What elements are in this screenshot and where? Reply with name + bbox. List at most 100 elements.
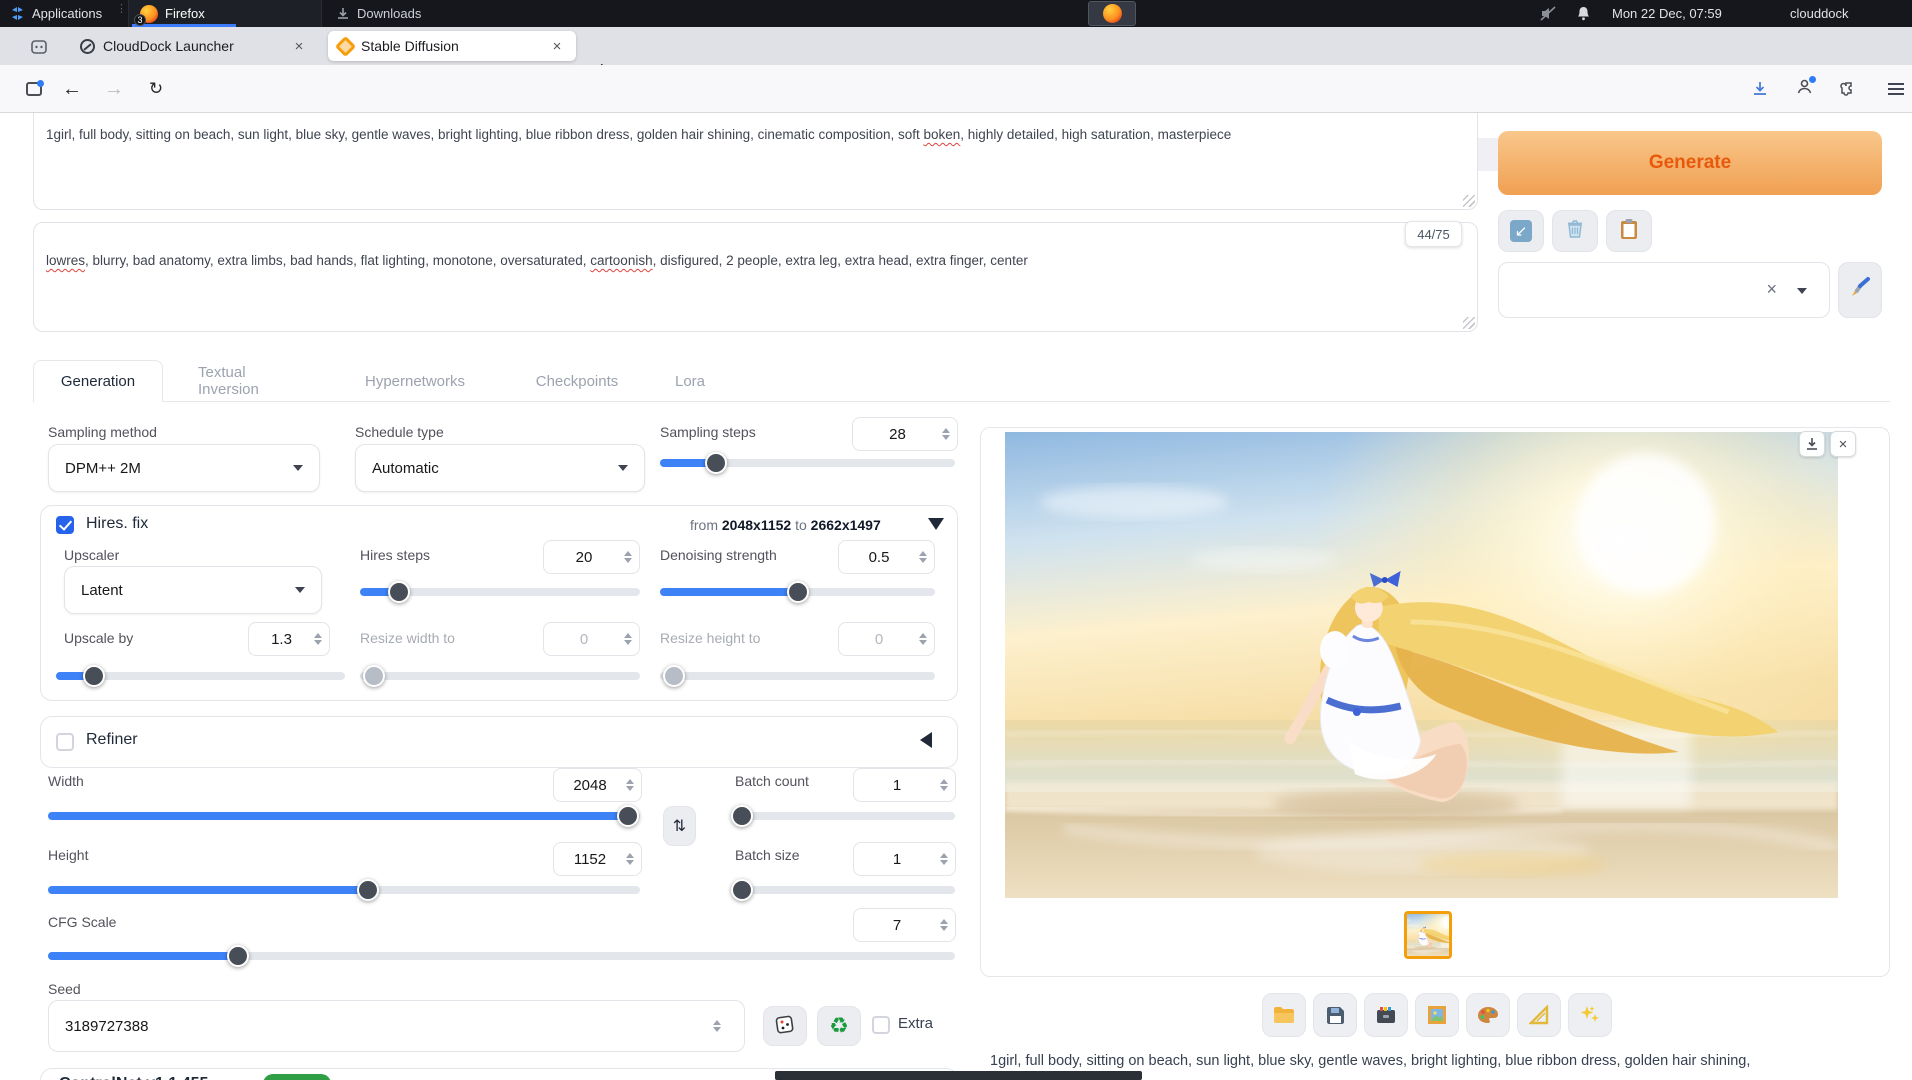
apply-styles-button[interactable] — [1606, 210, 1652, 252]
tab-stable-diffusion[interactable]: Stable Diffusion × — [328, 31, 576, 61]
cfg-scale-input[interactable]: 7 — [853, 908, 956, 942]
swap-dimensions-button[interactable]: ⇅ — [663, 806, 696, 846]
stepper-arrows[interactable] — [940, 919, 955, 931]
firefox-view-icon[interactable] — [30, 38, 48, 61]
dock-firefox-button[interactable] — [1088, 1, 1136, 26]
resize-width-input[interactable]: 0 — [543, 622, 640, 656]
slider-thumb[interactable] — [731, 879, 753, 901]
taskbar-firefox-content[interactable]: 3 Firefox — [140, 0, 205, 27]
resize-height-slider[interactable] — [660, 672, 935, 680]
slider-thumb[interactable] — [227, 945, 249, 967]
hostname-menu[interactable]: clouddock — [1790, 0, 1912, 27]
stepper-arrows[interactable] — [919, 551, 934, 563]
styles-caret-icon[interactable] — [1797, 288, 1807, 294]
slider-thumb[interactable] — [663, 665, 685, 687]
clear-prompt-button[interactable] — [1552, 210, 1598, 252]
back-button[interactable]: ← — [58, 65, 86, 113]
schedule-type-dropdown[interactable]: Automatic — [355, 444, 645, 492]
refiner-collapse-icon[interactable] — [920, 732, 932, 748]
resize-height-input[interactable]: 0 — [838, 622, 935, 656]
send-to-extras-button[interactable] — [1466, 993, 1510, 1037]
tab-close-icon[interactable]: × — [548, 38, 566, 55]
textarea-resize-handle[interactable] — [1463, 195, 1475, 207]
refiner-checkbox[interactable] — [56, 733, 74, 751]
random-seed-button[interactable] — [763, 1006, 807, 1046]
sampling-method-dropdown[interactable]: DPM++ 2M — [48, 444, 320, 492]
batch-count-slider[interactable] — [735, 812, 955, 820]
upscaler-dropdown[interactable]: Latent — [64, 566, 322, 614]
batch-size-input[interactable]: 1 — [853, 842, 956, 876]
sampling-steps-input[interactable]: 28 — [852, 417, 958, 451]
denoising-strength-input[interactable]: 0.5 — [838, 540, 935, 574]
menu-hamburger-icon[interactable] — [1882, 65, 1910, 113]
negative-prompt-textarea[interactable]: lowres, blurry, bad anatomy, extra limbs… — [33, 222, 1478, 332]
reuse-seed-button[interactable]: ♻ — [817, 1006, 861, 1046]
taskbar-item-downloads[interactable]: Downloads — [336, 0, 421, 27]
hires-steps-input[interactable]: 20 — [543, 540, 640, 574]
applications-menu[interactable]: Applications — [10, 0, 102, 27]
slider-thumb[interactable] — [617, 805, 639, 827]
resize-width-slider[interactable] — [360, 672, 640, 680]
batch-size-slider[interactable] — [735, 886, 955, 894]
upscale-by-slider[interactable] — [56, 672, 345, 680]
save-zip-button[interactable] — [1364, 993, 1408, 1037]
send-to-img2img-button[interactable] — [1415, 993, 1459, 1037]
stepper-arrows[interactable] — [626, 779, 641, 791]
positive-prompt-textarea[interactable]: 1girl, full body, sitting on beach, sun … — [33, 113, 1478, 210]
open-folder-button[interactable] — [1262, 993, 1306, 1037]
stepper-arrows[interactable] — [942, 428, 957, 440]
upscale-by-input[interactable]: 1.3 — [248, 622, 330, 656]
generated-image[interactable] — [1005, 432, 1838, 898]
slider-thumb[interactable] — [363, 665, 385, 687]
sampling-steps-slider[interactable] — [660, 459, 955, 467]
hires-collapse-icon[interactable] — [928, 518, 944, 530]
textarea-resize-handle[interactable] — [1463, 317, 1475, 329]
slider-thumb[interactable] — [787, 581, 809, 603]
extra-seed-checkbox[interactable] — [872, 1016, 890, 1034]
slider-thumb[interactable] — [83, 665, 105, 687]
hires-fix-checkbox[interactable] — [56, 516, 74, 534]
height-input[interactable]: 1152 — [553, 842, 642, 876]
download-image-icon[interactable] — [1799, 431, 1825, 457]
width-input[interactable]: 2048 — [553, 768, 642, 802]
reload-button[interactable]: ↻ — [142, 65, 170, 113]
send-to-inpaint-button[interactable] — [1517, 993, 1561, 1037]
slider-thumb[interactable] — [731, 805, 753, 827]
stepper-arrows[interactable] — [624, 551, 639, 563]
styles-dropdown[interactable]: × — [1498, 262, 1830, 318]
paste-generation-params-button[interactable]: ↙ — [1498, 210, 1544, 252]
stepper-arrows[interactable] — [713, 1020, 728, 1032]
tab-generation[interactable]: Generation — [33, 360, 163, 402]
stepper-arrows[interactable] — [940, 853, 955, 865]
save-image-button[interactable] — [1313, 993, 1357, 1037]
upscale-sparkle-button[interactable] — [1568, 993, 1612, 1037]
volume-muted-icon[interactable] — [1540, 0, 1557, 27]
account-icon[interactable] — [1790, 65, 1818, 113]
width-slider[interactable] — [48, 812, 640, 820]
slider-thumb[interactable] — [705, 452, 727, 474]
stepper-arrows[interactable] — [624, 633, 639, 645]
notification-bell-icon[interactable] — [1576, 0, 1591, 27]
forward-button[interactable]: → — [100, 65, 128, 113]
tab-textual-inversion[interactable]: Textual Inversion — [180, 360, 322, 402]
stepper-arrows[interactable] — [626, 853, 641, 865]
tab-hypernetworks[interactable]: Hypernetworks — [352, 360, 478, 402]
sidebar-toggle-icon[interactable] — [20, 65, 48, 113]
cfg-scale-slider[interactable] — [48, 952, 955, 960]
batch-count-input[interactable]: 1 — [853, 768, 956, 802]
tab-close-icon[interactable]: × — [290, 38, 308, 55]
tab-clouddock-launcher[interactable]: CloudDock Launcher × — [70, 31, 318, 61]
hires-steps-slider[interactable] — [360, 588, 640, 596]
seed-input[interactable]: 3189727388 — [48, 1000, 745, 1052]
tab-lora[interactable]: Lora — [662, 360, 718, 402]
stepper-arrows[interactable] — [314, 633, 329, 645]
stepper-arrows[interactable] — [919, 633, 934, 645]
extensions-puzzle-icon[interactable] — [1834, 65, 1862, 113]
close-image-icon[interactable]: × — [1830, 431, 1856, 457]
edit-styles-button[interactable] — [1838, 262, 1882, 318]
height-slider[interactable] — [48, 886, 640, 894]
clear-styles-icon[interactable]: × — [1766, 279, 1777, 300]
downloads-toolbar-icon[interactable] — [1746, 65, 1774, 113]
gallery-thumbnail-selected[interactable] — [1404, 911, 1452, 959]
generate-button[interactable]: Generate — [1498, 131, 1882, 195]
